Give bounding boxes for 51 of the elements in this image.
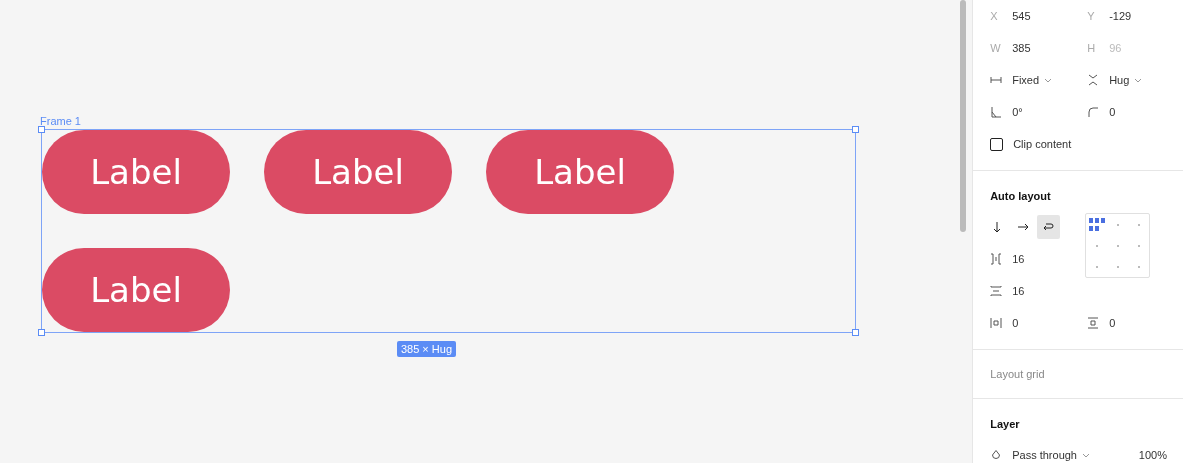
alignment-grid[interactable] [1085,213,1151,278]
vertical-padding-icon [1087,317,1100,329]
wrap-button[interactable] [1036,215,1061,239]
width-icon [990,74,1003,86]
chevron-down-icon [1134,77,1143,83]
selected-frame[interactable]: Label Label Label Label [41,129,856,333]
field-label: Y [1087,10,1096,22]
arrow-down-icon [991,221,1003,233]
gap-field[interactable]: 16 [1012,253,1025,265]
section-title[interactable]: Layout grid [990,360,1167,388]
gap-icon [990,253,1003,265]
checkbox-label: Clip content [1013,138,1072,150]
arrow-right-icon [1016,221,1029,233]
row-gap-field[interactable]: 16 [1012,285,1025,297]
label-button[interactable]: Label [486,130,674,214]
corner-radius-icon [1087,106,1100,118]
label-button[interactable]: Label [42,248,230,332]
resize-handle[interactable] [852,126,859,133]
scrollbar[interactable] [960,0,967,232]
label-button[interactable]: Label [264,130,452,214]
resize-handle[interactable] [852,329,859,336]
size-badge: 385 × Hug [396,341,457,357]
checkbox[interactable] [990,137,1004,151]
padding-field[interactable]: 0 [1109,317,1116,329]
blend-mode-dropdown[interactable]: Pass through [1012,449,1090,461]
sizing-dropdown[interactable]: Fixed [1012,74,1053,86]
opacity-field[interactable]: 100% [1138,449,1167,461]
drop-icon [990,449,1003,461]
section-title: Auto layout [990,189,1052,204]
sizing-dropdown[interactable]: Hug [1109,74,1143,86]
field-label: X [990,10,999,22]
section-title: Layer [990,417,1021,432]
number-field[interactable]: 545 [1012,10,1031,22]
chevron-down-icon [1044,77,1053,83]
padding-field[interactable]: 0 [1012,317,1019,329]
row-gap-icon [990,285,1003,297]
horizontal-padding-icon [990,317,1003,329]
number-field[interactable]: -129 [1109,10,1132,22]
number-field[interactable]: 385 [1012,42,1031,54]
field-label: H [1087,42,1097,54]
height-icon [1087,74,1100,86]
resize-handle[interactable] [38,329,45,336]
resize-handle[interactable] [38,126,45,133]
chevron-down-icon [1082,452,1090,458]
rotation-field[interactable]: 0° [1012,106,1023,118]
label-button[interactable]: Label [42,130,230,214]
wrap-icon [1042,221,1055,233]
radius-field[interactable]: 0 [1109,106,1116,118]
angle-icon [990,106,1003,118]
alignment-selected-icon [1088,217,1105,232]
field-label: W [990,42,1002,54]
